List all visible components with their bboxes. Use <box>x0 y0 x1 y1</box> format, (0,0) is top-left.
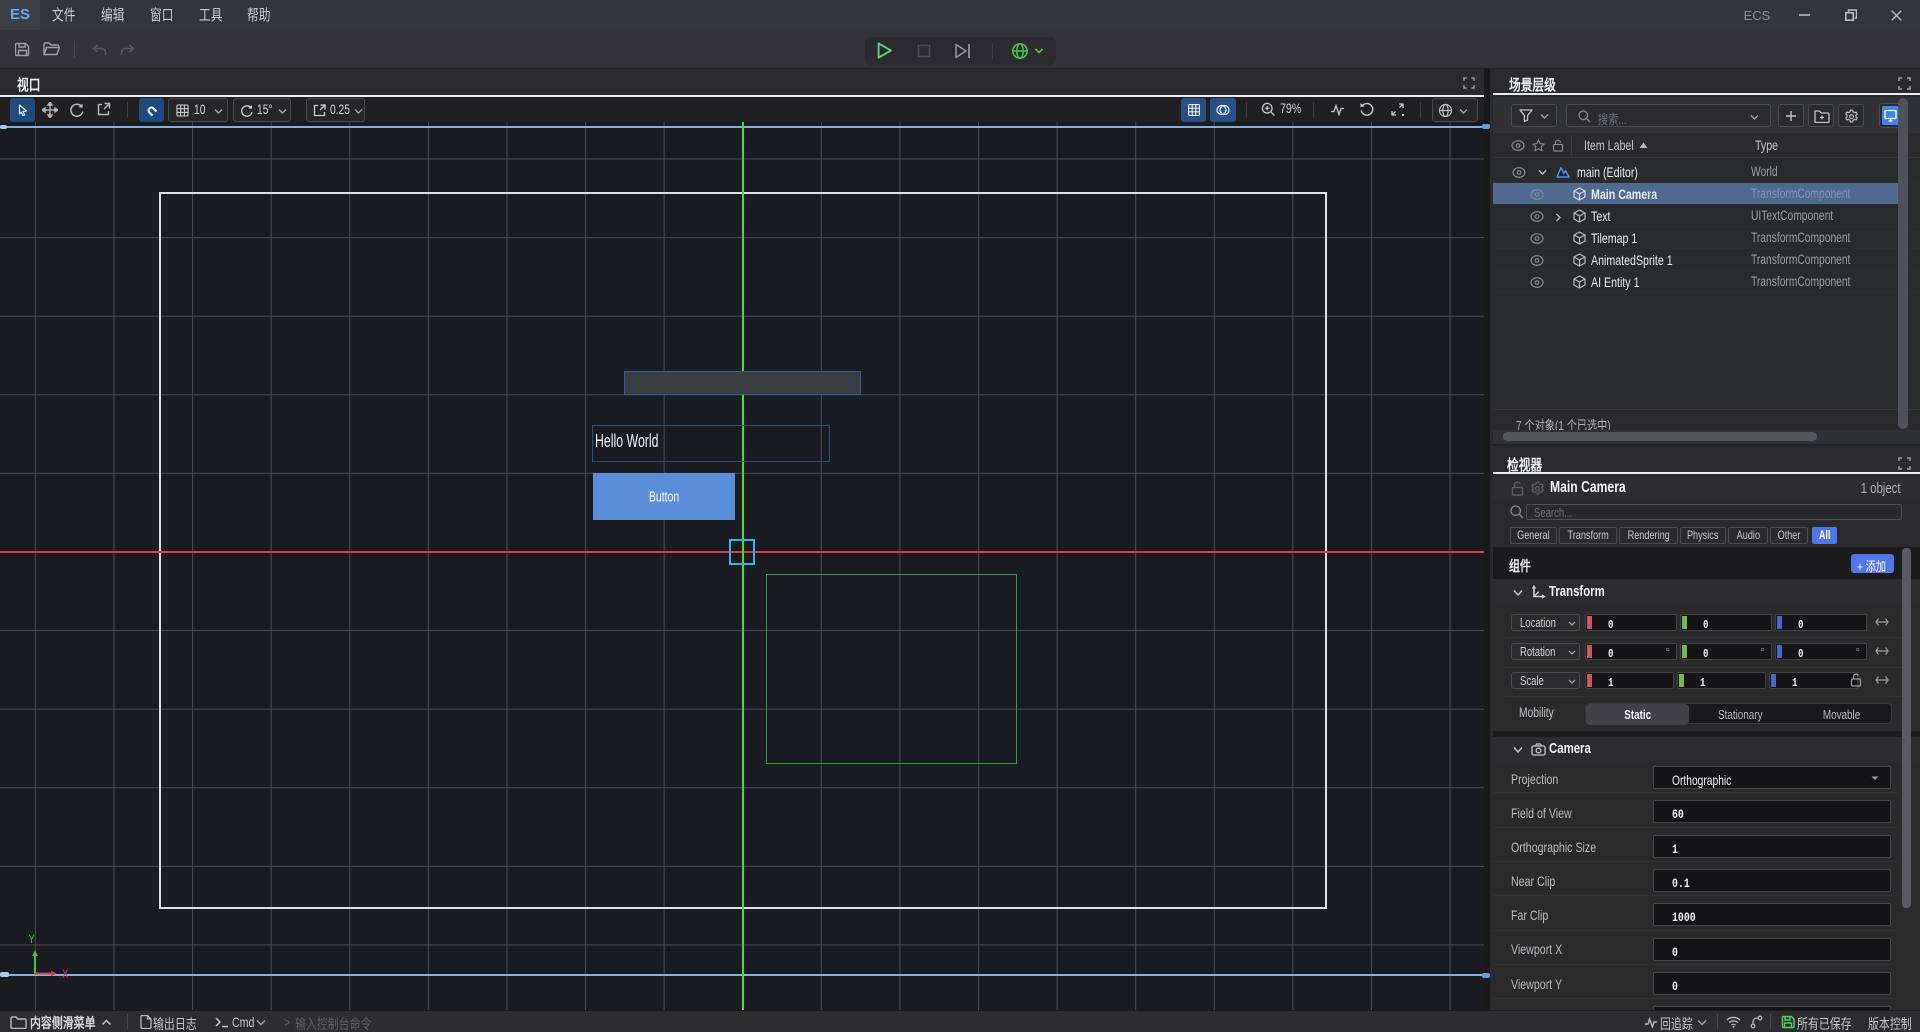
svg-text:Y: Y <box>28 933 34 946</box>
svg-text:X: X <box>62 968 69 981</box>
